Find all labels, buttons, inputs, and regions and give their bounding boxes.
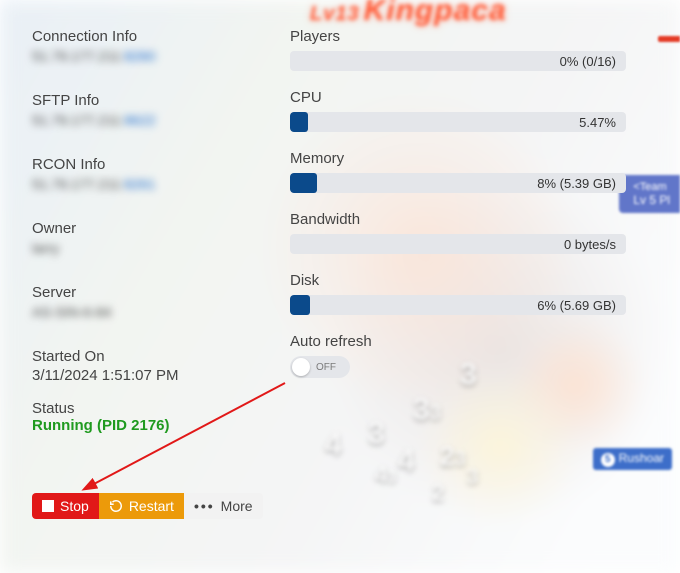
value-server: AS-SIN-6-84	[32, 301, 258, 323]
label-cpu: CPU	[290, 89, 626, 106]
label-server: Server	[32, 284, 258, 301]
bar-disk-text: 6% (5.69 GB)	[537, 295, 616, 315]
value-status: Running (PID 2176)	[32, 417, 258, 434]
label-memory: Memory	[290, 150, 626, 167]
bar-memory-fill	[290, 173, 317, 193]
label-players: Players	[290, 28, 626, 45]
restart-button[interactable]: Restart	[99, 493, 184, 519]
label-owner: Owner	[32, 220, 258, 237]
bar-cpu-fill	[290, 112, 308, 132]
value-sftp-info: 51.79.177.211:8622	[32, 109, 258, 131]
value-started-on: 3/11/2024 1:51:07 PM	[32, 367, 258, 384]
server-panel: Connection Info 51.79.177.211:8260 SFTP …	[0, 0, 680, 573]
value-owner: larry	[32, 237, 258, 259]
toggle-auto-refresh[interactable]: OFF	[290, 356, 350, 378]
bar-players: 0% (0/16)	[290, 51, 626, 71]
value-rcon-info: 51.79.177.211:8261	[32, 173, 258, 195]
bar-players-text: 0% (0/16)	[560, 51, 616, 71]
more-button[interactable]: ••• More	[184, 493, 263, 519]
toggle-knob	[292, 358, 310, 376]
bar-memory-text: 8% (5.39 GB)	[537, 173, 616, 193]
value-connection-info: 51.79.177.211:8260	[32, 45, 258, 67]
restart-label: Restart	[129, 498, 174, 514]
label-sftp-info: SFTP Info	[32, 92, 258, 109]
restart-icon	[109, 499, 123, 513]
stop-label: Stop	[60, 498, 89, 514]
label-disk: Disk	[290, 272, 626, 289]
label-rcon-info: RCON Info	[32, 156, 258, 173]
bar-bandwidth: 0 bytes/s	[290, 234, 626, 254]
stop-icon	[42, 500, 54, 512]
bar-disk: 6% (5.69 GB)	[290, 295, 626, 315]
label-bandwidth: Bandwidth	[290, 211, 626, 228]
bar-memory: 8% (5.39 GB)	[290, 173, 626, 193]
bar-cpu-text: 5.47%	[579, 112, 616, 132]
label-auto-refresh: Auto refresh	[290, 333, 626, 350]
bar-disk-fill	[290, 295, 310, 315]
bar-cpu: 5.47%	[290, 112, 626, 132]
label-connection-info: Connection Info	[32, 28, 258, 45]
label-started-on: Started On	[32, 348, 258, 365]
more-label: More	[221, 498, 253, 514]
more-icon: •••	[194, 498, 215, 514]
toggle-state: OFF	[316, 356, 336, 378]
action-bar: Stop Restart ••• More	[32, 493, 263, 519]
label-status: Status	[32, 400, 258, 417]
bar-bandwidth-text: 0 bytes/s	[564, 234, 616, 254]
stop-button[interactable]: Stop	[32, 493, 99, 519]
